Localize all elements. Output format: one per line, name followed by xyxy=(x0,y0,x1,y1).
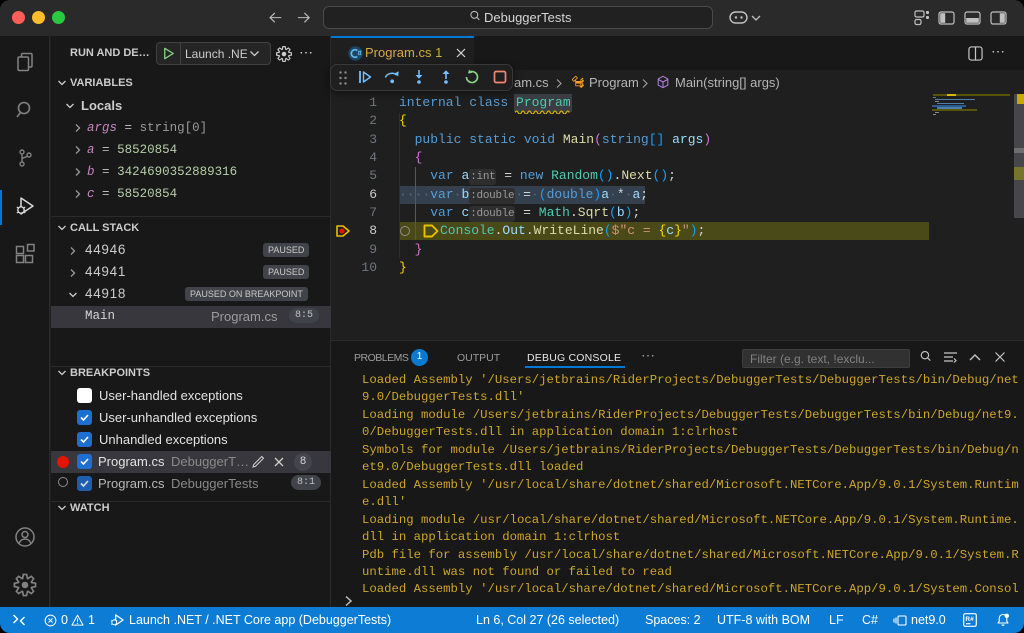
svg-text:R#: R# xyxy=(965,616,974,623)
